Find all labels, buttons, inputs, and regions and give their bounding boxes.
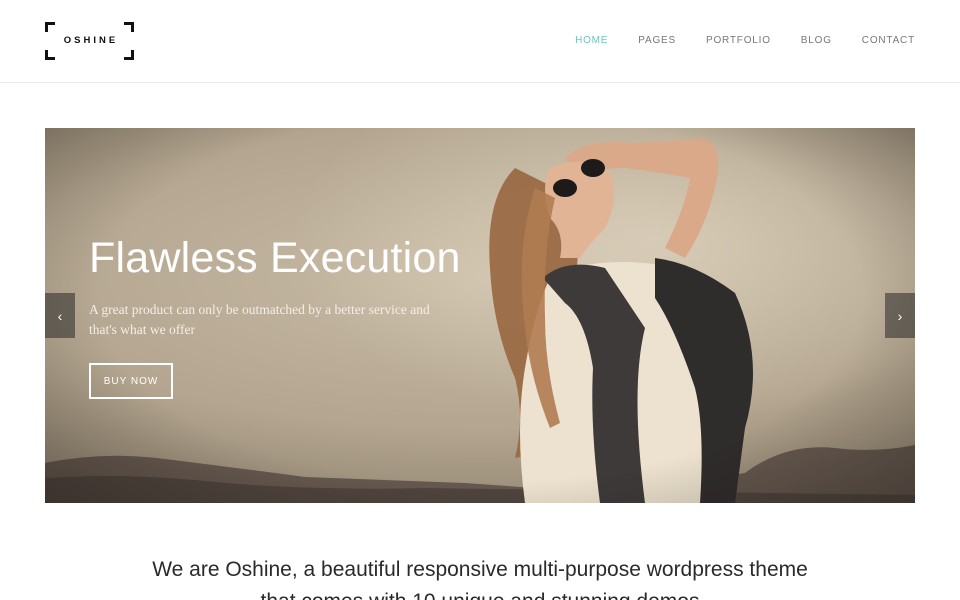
site-header: OSHINE HOME PAGES PORTFOLIO BLOG CONTACT [0, 0, 960, 83]
slider-next-button[interactable]: › [885, 293, 915, 338]
nav-item-pages[interactable]: PAGES [638, 35, 676, 46]
logo-corner [124, 50, 134, 60]
logo-corner [45, 50, 55, 60]
hero-slider: Flawless Execution A great product can o… [45, 128, 915, 503]
slider-prev-button[interactable]: ‹ [45, 293, 75, 338]
logo-text: OSHINE [63, 35, 119, 46]
slide-title: Flawless Execution [89, 234, 461, 282]
main-nav: HOME PAGES PORTFOLIO BLOG CONTACT [545, 35, 915, 46]
logo-corner [124, 22, 134, 32]
nav-item-blog[interactable]: BLOG [801, 35, 832, 46]
nav-item-portfolio[interactable]: PORTFOLIO [706, 35, 771, 46]
chevron-left-icon: ‹ [57, 307, 63, 324]
nav-item-home[interactable]: HOME [575, 35, 608, 46]
intro-heading-line2: that comes with 10 unique and stunning d… [0, 590, 960, 600]
site-logo[interactable]: OSHINE [45, 22, 134, 60]
buy-now-button[interactable]: BUY NOW [89, 363, 173, 399]
slide-subtitle: A great product can only be outmatched b… [89, 302, 430, 337]
chevron-right-icon: › [897, 307, 903, 324]
nav-item-contact[interactable]: CONTACT [862, 35, 915, 46]
intro-section: We are Oshine, a beautiful responsive mu… [0, 558, 960, 600]
intro-heading-line1: We are Oshine, a beautiful responsive mu… [152, 558, 808, 581]
logo-corner [45, 22, 55, 32]
